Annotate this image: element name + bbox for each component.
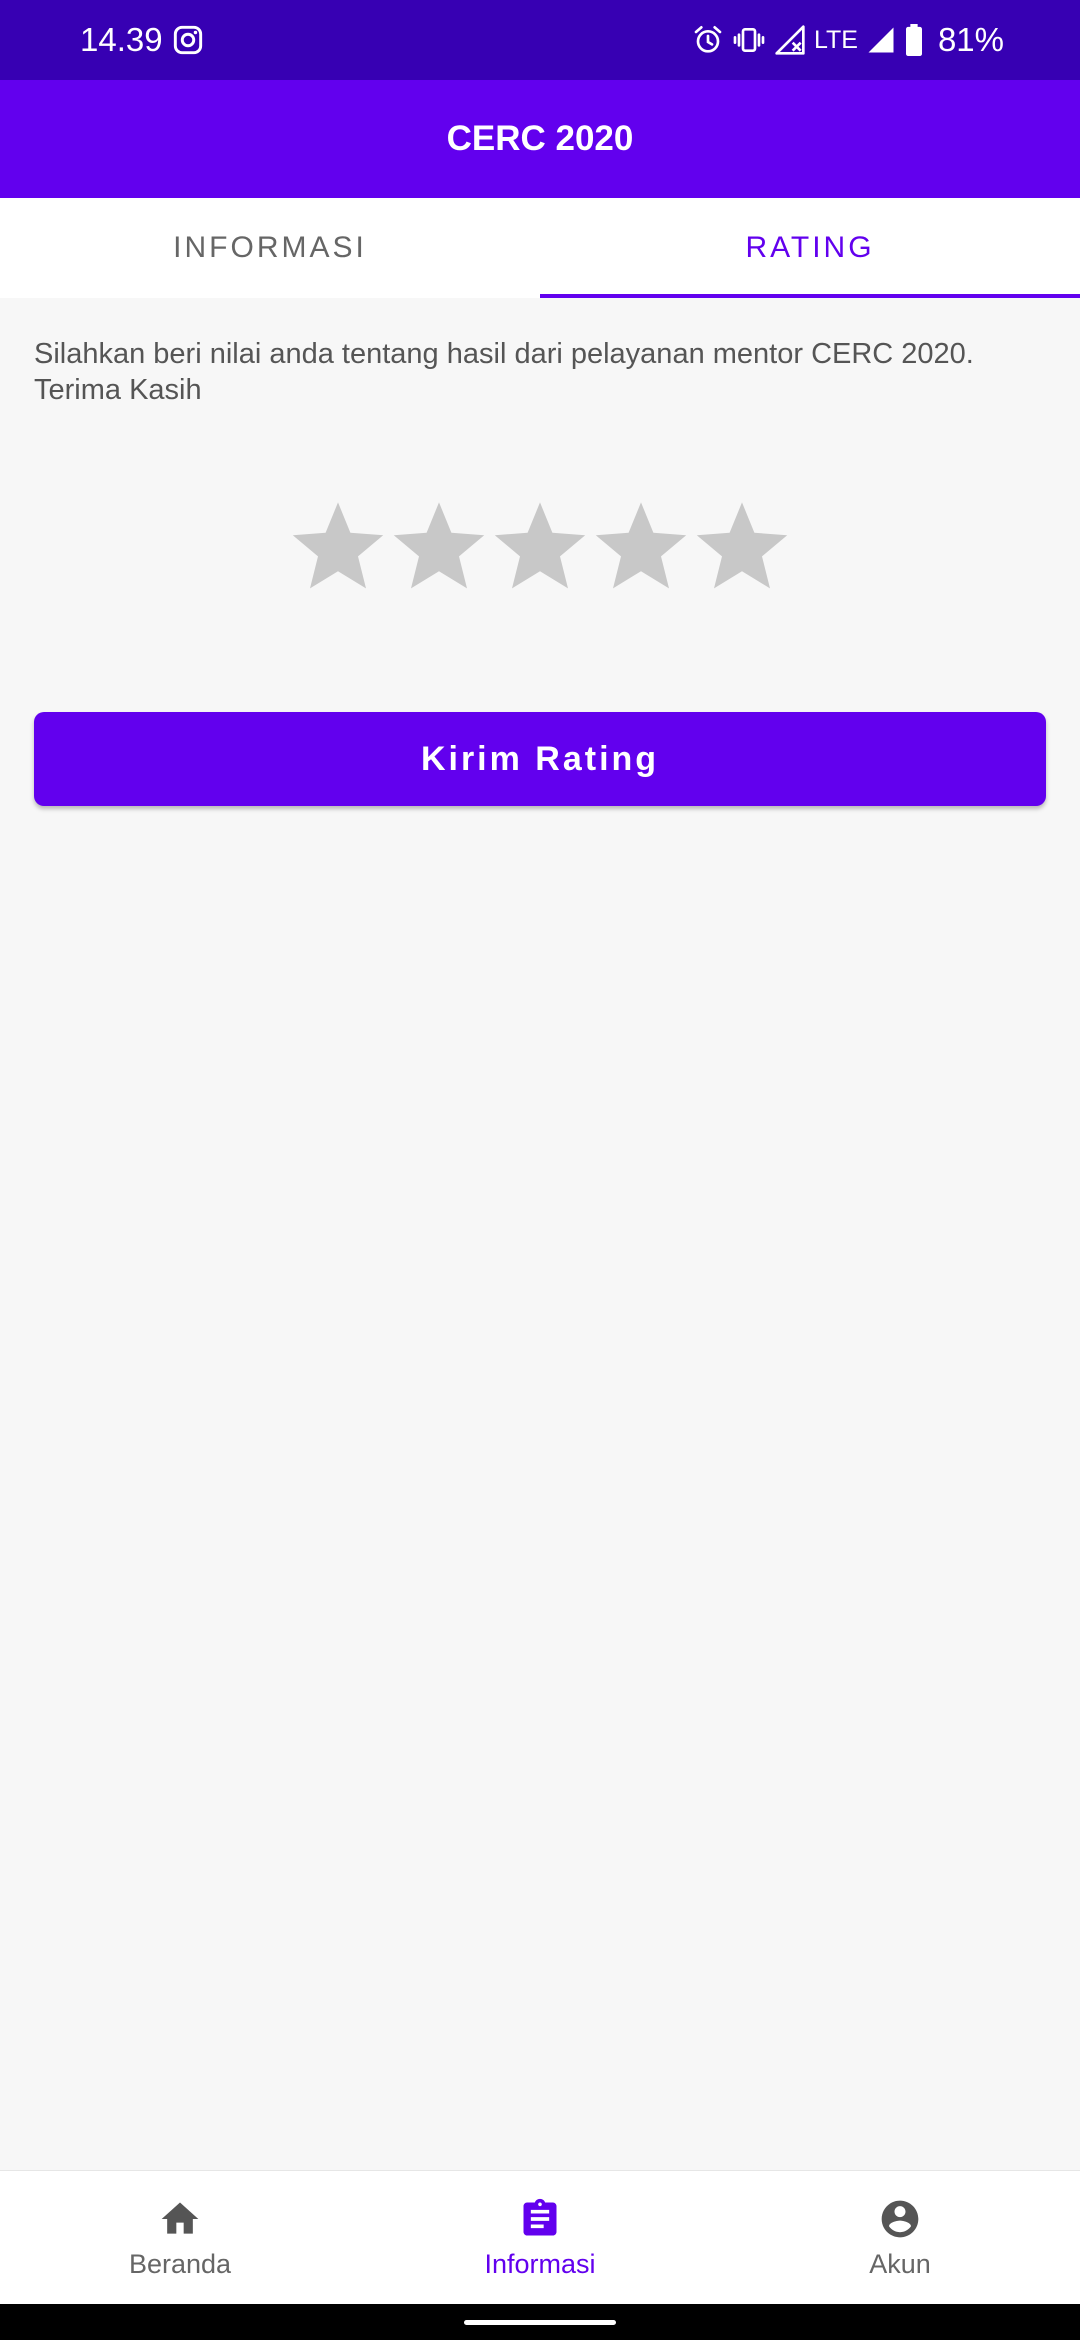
no-signal-icon — [775, 25, 805, 55]
status-bar: 14.39 LTE 81% — [0, 0, 1080, 80]
rating-instruction: Silahkan beri nilai anda tentang hasil d… — [34, 338, 974, 406]
home-icon — [161, 2202, 199, 2234]
star-icon[interactable] — [391, 496, 487, 592]
star-icon[interactable] — [593, 496, 689, 592]
assignment-icon — [523, 2198, 557, 2235]
tab-label: INFORMASI — [173, 231, 367, 264]
status-icons: LTE 81% — [692, 18, 1004, 62]
star-icon[interactable] — [492, 496, 588, 592]
submit-rating-button[interactable]: Kirim Rating — [34, 712, 1046, 806]
instagram-icon — [173, 25, 203, 55]
alarm-icon — [694, 26, 722, 53]
battery-percentage: 81% — [937, 21, 1004, 58]
rating-bar[interactable] — [290, 496, 790, 596]
nav-item-informasi[interactable]: Informasi — [360, 2171, 720, 2305]
nav-label: Beranda — [128, 2248, 232, 2279]
nav-label: Informasi — [484, 2248, 596, 2279]
app-title: CERC 2020 — [446, 119, 634, 158]
nav-item-akun[interactable]: Akun — [720, 2171, 1080, 2305]
cell-signal-icon — [868, 27, 894, 53]
account-circle-icon — [881, 2200, 919, 2237]
tab-rating[interactable]: RATING — [540, 198, 1080, 298]
network-type: LTE — [813, 26, 858, 54]
battery-icon — [905, 24, 922, 56]
star-icon[interactable] — [290, 496, 386, 592]
tab-label: RATING — [745, 231, 875, 264]
status-time: 14.39 — [80, 21, 163, 58]
bottom-navigation: Beranda Informasi Akun — [0, 2170, 1080, 2305]
gesture-handle[interactable] — [464, 2320, 616, 2325]
tab-informasi[interactable]: INFORMASI — [0, 198, 540, 298]
tab-bar: INFORMASI RATING — [0, 198, 1080, 298]
nav-item-beranda[interactable]: Beranda — [0, 2171, 360, 2305]
gesture-navigation-bar — [0, 2304, 1080, 2340]
tab-indicator — [540, 294, 1080, 298]
vibrate-icon — [733, 28, 765, 52]
nav-label: Akun — [869, 2248, 931, 2279]
screen: 14.39 LTE 81% CERC 2020 INFORMASI RATING… — [0, 0, 1080, 2340]
app-bar: CERC 2020 — [0, 80, 1080, 198]
star-icon[interactable] — [694, 496, 790, 592]
